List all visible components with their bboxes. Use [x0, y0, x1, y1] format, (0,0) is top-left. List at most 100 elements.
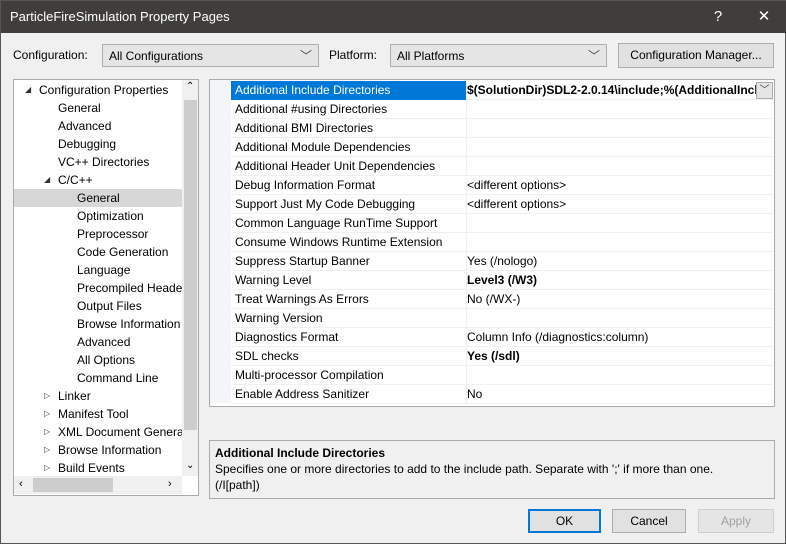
- tree-item[interactable]: All Options: [14, 351, 182, 369]
- property-grid[interactable]: Additional Include Directories $(Solution…: [209, 79, 775, 407]
- tree-item[interactable]: Optimization: [14, 207, 182, 225]
- tree-item-label: Browse Information: [77, 317, 181, 331]
- collapsed-arrow-icon[interactable]: ▷: [44, 441, 50, 459]
- property-value[interactable]: <different options>: [467, 178, 773, 192]
- configuration-select[interactable]: All Configurations ﹀: [102, 44, 319, 67]
- property-row[interactable]: Consume Windows Runtime Extension: [231, 233, 773, 252]
- property-row[interactable]: Suppress Startup Banner Yes (/nologo): [231, 252, 773, 271]
- tree-item[interactable]: Precompiled Headers: [14, 279, 192, 297]
- property-row[interactable]: Diagnostics Format Column Info (/diagnost…: [231, 328, 773, 347]
- property-tree[interactable]: ◢ Configuration Properties General Advanced…: [13, 79, 199, 496]
- tree-item[interactable]: Browse Information: [14, 315, 182, 333]
- scroll-up-icon[interactable]: ⌃: [186, 81, 194, 92]
- scroll-left-icon[interactable]: ‹: [19, 478, 23, 490]
- property-row[interactable]: Additional #using Directories: [231, 100, 773, 119]
- tree-item-label: Linker: [58, 389, 91, 403]
- property-name: SDL checks: [235, 349, 299, 363]
- tree-item[interactable]: ▷ Linker: [14, 387, 182, 405]
- scroll-right-icon[interactable]: ›: [168, 478, 172, 490]
- tree-item[interactable]: VC++ Directories: [14, 153, 182, 171]
- property-row[interactable]: Enable Address Sanitizer No: [231, 385, 773, 404]
- tree-item[interactable]: General: [14, 99, 182, 117]
- property-row[interactable]: Common Language RunTime Support: [231, 214, 773, 233]
- apply-button[interactable]: Apply: [698, 509, 774, 533]
- tree-item[interactable]: Code Generation: [14, 243, 182, 261]
- property-name: Consume Windows Runtime Extension: [235, 235, 443, 249]
- value-dropdown-button[interactable]: ﹀: [756, 82, 773, 99]
- property-name: Diagnostics Format: [235, 330, 339, 344]
- tree-item[interactable]: ◢ Configuration Properties: [14, 81, 182, 99]
- property-row[interactable]: Additional Module Dependencies: [231, 138, 773, 157]
- expanded-arrow-icon[interactable]: ◢: [25, 81, 31, 99]
- tree-item[interactable]: Advanced: [14, 117, 182, 135]
- property-name: Treat Warnings As Errors: [235, 292, 369, 306]
- collapsed-arrow-icon[interactable]: ▷: [44, 423, 50, 441]
- collapsed-arrow-icon[interactable]: ▷: [44, 405, 50, 423]
- property-row[interactable]: Additional BMI Directories: [231, 119, 773, 138]
- platform-value: All Platforms: [397, 49, 465, 63]
- property-row[interactable]: Support Just My Code Debugging <different…: [231, 195, 773, 214]
- tree-item[interactable]: Advanced: [14, 333, 182, 351]
- property-value[interactable]: No: [467, 387, 773, 401]
- property-name: Additional Include Directories: [235, 83, 391, 97]
- tree-item-label: All Options: [77, 353, 136, 367]
- tree-item[interactable]: ◢ C/C++: [14, 171, 182, 189]
- tree-item[interactable]: ▷ Browse Information: [14, 441, 182, 459]
- column-divider: [466, 214, 467, 233]
- column-divider: [466, 233, 467, 252]
- tree-item[interactable]: ▷ XML Document Generator: [14, 423, 198, 441]
- expanded-arrow-icon[interactable]: ◢: [44, 171, 50, 189]
- tree-scroll-thumb[interactable]: [184, 100, 197, 430]
- property-row[interactable]: Debug Information Format <different optio…: [231, 176, 773, 195]
- help-button[interactable]: ?: [703, 5, 733, 29]
- property-name: Additional BMI Directories: [235, 121, 374, 135]
- property-row[interactable]: Additional Header Unit Dependencies: [231, 157, 773, 176]
- tree-item[interactable]: ▷ Manifest Tool: [14, 405, 182, 423]
- property-row[interactable]: SDL checks Yes (/sdl): [231, 347, 773, 366]
- cancel-button[interactable]: Cancel: [612, 509, 686, 533]
- configuration-value: All Configurations: [109, 49, 204, 63]
- property-row[interactable]: Treat Warnings As Errors No (/WX-): [231, 290, 773, 309]
- tree-item-label: VC++ Directories: [58, 155, 150, 169]
- property-value[interactable]: No (/WX-): [467, 292, 773, 306]
- ok-button[interactable]: OK: [528, 509, 601, 533]
- property-value[interactable]: Yes (/sdl): [467, 349, 773, 363]
- property-row[interactable]: Additional Include Directories $(Solution…: [231, 81, 773, 100]
- tree-item[interactable]: Command Line: [14, 369, 182, 387]
- property-value[interactable]: <different options>: [467, 197, 773, 211]
- tree-item[interactable]: ▷ Build Events: [14, 459, 182, 477]
- property-value[interactable]: Level3 (/W3): [467, 273, 773, 287]
- tree-item[interactable]: Debugging: [14, 135, 182, 153]
- property-row[interactable]: Warning Level Level3 (/W3): [231, 271, 773, 290]
- chevron-down-icon: ﹀: [587, 49, 600, 63]
- property-name: Additional #using Directories: [235, 102, 388, 116]
- property-row[interactable]: Warning Version: [231, 309, 773, 328]
- column-divider: [466, 119, 467, 138]
- tree-item[interactable]: Language: [14, 261, 182, 279]
- tree-horizontal-scrollbar[interactable]: ‹ ›: [14, 476, 182, 494]
- collapsed-arrow-icon[interactable]: ▷: [44, 387, 50, 405]
- column-divider: [466, 157, 467, 176]
- scroll-down-icon[interactable]: ⌄: [186, 460, 194, 471]
- tree-item[interactable]: General: [14, 189, 182, 207]
- property-value[interactable]: Yes (/nologo): [467, 254, 773, 268]
- property-name: Suppress Startup Banner: [235, 254, 370, 268]
- platform-select[interactable]: All Platforms ﹀: [390, 44, 607, 67]
- tree-vertical-scrollbar[interactable]: ⌃ ⌄: [182, 80, 198, 476]
- tree-item[interactable]: Preprocessor: [14, 225, 182, 243]
- property-row[interactable]: Multi-processor Compilation: [231, 366, 773, 385]
- tree-hscroll-thumb[interactable]: [33, 478, 113, 492]
- tree-item-label: Language: [77, 263, 131, 277]
- property-value[interactable]: $(SolutionDir)SDL2-2.0.14\include;%(Addi…: [467, 83, 757, 97]
- collapsed-arrow-icon[interactable]: ▷: [44, 459, 50, 477]
- tree-item[interactable]: Output Files: [14, 297, 182, 315]
- column-divider: [466, 366, 467, 385]
- title-bar: ParticleFireSimulation Property Pages ? …: [1, 1, 786, 33]
- close-button[interactable]: ✕: [749, 5, 779, 29]
- chevron-down-icon: ﹀: [299, 49, 312, 63]
- property-value[interactable]: Column Info (/diagnostics:column): [467, 330, 773, 344]
- tree-item-label: Output Files: [77, 299, 142, 313]
- property-name: Debug Information Format: [235, 178, 376, 192]
- configuration-manager-button[interactable]: Configuration Manager...: [618, 43, 774, 68]
- description-switch: (/I[path]): [215, 478, 260, 492]
